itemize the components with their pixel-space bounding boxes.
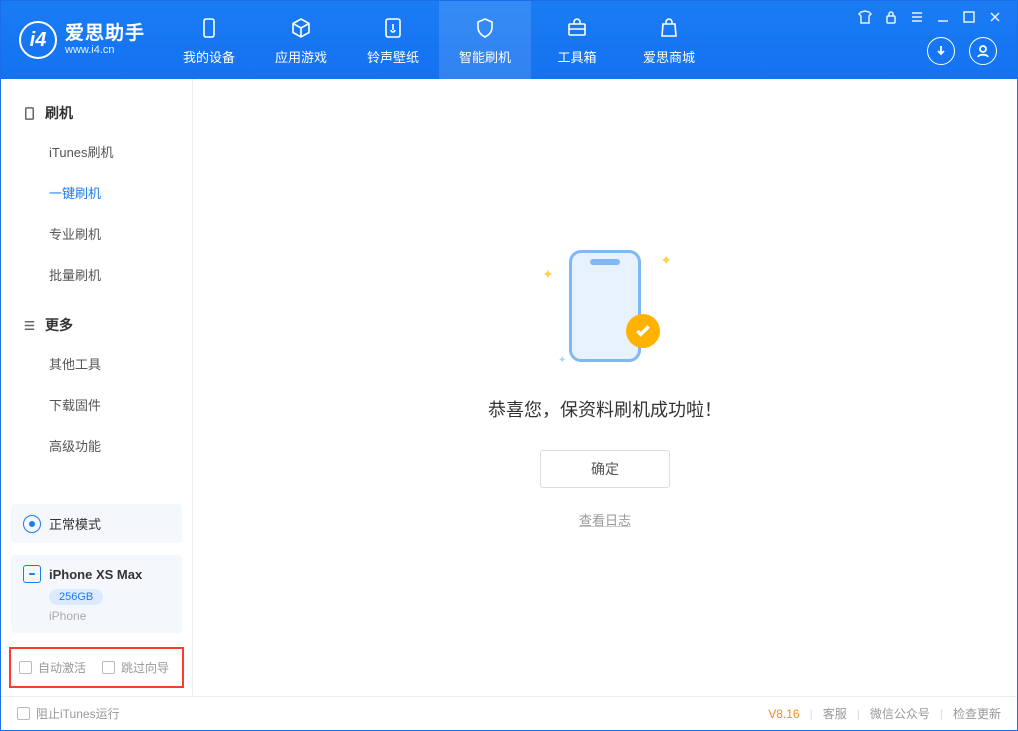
footer-link-update[interactable]: 检查更新 <box>953 705 1001 722</box>
tab-smart-flash[interactable]: 智能刷机 <box>439 1 531 79</box>
ok-button[interactable]: 确定 <box>540 450 670 488</box>
checkbox-icon <box>17 707 30 720</box>
sidebar-item-download-firmware[interactable]: 下载固件 <box>1 384 192 425</box>
header-actions <box>927 37 997 65</box>
device-icon <box>196 15 222 41</box>
header: i4 爱思助手 www.i4.cn 我的设备 应用游戏 铃声壁纸 智能刷机 <box>1 1 1017 79</box>
checkbox-label: 阻止iTunes运行 <box>36 705 120 722</box>
device-phone-icon <box>23 565 41 583</box>
lock-icon[interactable] <box>883 9 899 25</box>
sparkle-icon: ✦ <box>542 266 554 283</box>
tab-my-device[interactable]: 我的设备 <box>163 1 255 79</box>
sidebar-item-other-tools[interactable]: 其他工具 <box>1 343 192 384</box>
bag-icon <box>656 15 682 41</box>
tab-apps-games[interactable]: 应用游戏 <box>255 1 347 79</box>
tab-label: 爱思商城 <box>643 47 695 66</box>
sidebar-item-pro-flash[interactable]: 专业刷机 <box>1 213 192 254</box>
sidebar-item-oneclick-flash[interactable]: 一键刷机 <box>1 172 192 213</box>
app-window: i4 爱思助手 www.i4.cn 我的设备 应用游戏 铃声壁纸 智能刷机 <box>0 0 1018 731</box>
minimize-icon[interactable] <box>935 9 951 25</box>
shirt-icon[interactable] <box>857 9 873 25</box>
list-icon <box>21 317 37 333</box>
success-message: 恭喜您，保资料刷机成功啦！ <box>488 396 722 422</box>
logo[interactable]: i4 爱思助手 www.i4.cn <box>1 1 163 79</box>
sidebar-group-flash: 刷机 <box>1 95 192 131</box>
footer-link-wechat[interactable]: 微信公众号 <box>870 705 930 722</box>
app-subtitle: www.i4.cn <box>65 44 145 56</box>
close-icon[interactable] <box>987 9 1003 25</box>
nav-tabs: 我的设备 应用游戏 铃声壁纸 智能刷机 工具箱 爱思商城 <box>163 1 715 79</box>
sidebar-group-label: 更多 <box>45 315 73 335</box>
phone-outline-icon <box>21 105 37 121</box>
sparkle-icon: ✦ <box>558 355 566 366</box>
sparkle-icon: ✦ <box>660 252 672 269</box>
tab-label: 应用游戏 <box>275 47 327 66</box>
shield-icon <box>472 15 498 41</box>
music-icon <box>380 15 406 41</box>
sidebar-item-advanced[interactable]: 高级功能 <box>1 425 192 466</box>
success-illustration: ✦ ✦ ✦ <box>550 246 660 366</box>
checkbox-label: 自动激活 <box>38 659 86 676</box>
check-badge-icon <box>626 314 660 348</box>
checkbox-icon <box>19 661 32 674</box>
checkbox-skip-guide[interactable]: 跳过向导 <box>102 659 169 676</box>
tab-ringtone-wallpaper[interactable]: 铃声壁纸 <box>347 1 439 79</box>
checkbox-block-itunes[interactable]: 阻止iTunes运行 <box>17 705 120 722</box>
mode-label: 正常模式 <box>49 514 101 533</box>
sidebar-item-batch-flash[interactable]: 批量刷机 <box>1 254 192 295</box>
device-name: iPhone XS Max <box>49 567 142 582</box>
main-content: ✦ ✦ ✦ 恭喜您，保资料刷机成功啦！ 确定 查看日志 <box>193 79 1017 696</box>
view-log-link[interactable]: 查看日志 <box>579 510 631 529</box>
tab-label: 我的设备 <box>183 47 235 66</box>
footer-link-support[interactable]: 客服 <box>823 705 847 722</box>
sidebar-group-label: 刷机 <box>45 103 73 123</box>
logo-icon: i4 <box>19 21 57 59</box>
checkbox-auto-activate[interactable]: 自动激活 <box>19 659 86 676</box>
tab-label: 铃声壁纸 <box>367 47 419 66</box>
tab-toolbox[interactable]: 工具箱 <box>531 1 623 79</box>
cube-icon <box>288 15 314 41</box>
mode-card[interactable]: 正常模式 <box>11 504 182 543</box>
sidebar-bottom-options: 自动激活 跳过向导 <box>9 647 184 688</box>
phone-graphic <box>569 250 641 362</box>
sidebar: 刷机 iTunes刷机 一键刷机 专业刷机 批量刷机 更多 其他工具 下载固件 … <box>1 79 193 696</box>
version-label: V8.16 <box>768 707 799 721</box>
window-controls <box>857 9 1003 25</box>
menu-icon[interactable] <box>909 9 925 25</box>
mode-status-icon <box>23 515 41 533</box>
device-card[interactable]: iPhone XS Max 256GB iPhone <box>11 555 182 633</box>
device-capacity: 256GB <box>49 589 103 605</box>
toolbox-icon <box>564 15 590 41</box>
checkbox-icon <box>102 661 115 674</box>
app-title: 爱思助手 <box>65 24 145 45</box>
user-icon[interactable] <box>969 37 997 65</box>
body: 刷机 iTunes刷机 一键刷机 专业刷机 批量刷机 更多 其他工具 下载固件 … <box>1 79 1017 696</box>
tab-store[interactable]: 爱思商城 <box>623 1 715 79</box>
tab-label: 工具箱 <box>558 47 597 66</box>
checkbox-label: 跳过向导 <box>121 659 169 676</box>
download-icon[interactable] <box>927 37 955 65</box>
device-type: iPhone <box>49 609 170 623</box>
sidebar-group-more: 更多 <box>1 307 192 343</box>
footer: 阻止iTunes运行 V8.16 | 客服 | 微信公众号 | 检查更新 <box>1 696 1017 730</box>
tab-label: 智能刷机 <box>459 47 511 66</box>
maximize-icon[interactable] <box>961 9 977 25</box>
sidebar-item-itunes-flash[interactable]: iTunes刷机 <box>1 131 192 172</box>
